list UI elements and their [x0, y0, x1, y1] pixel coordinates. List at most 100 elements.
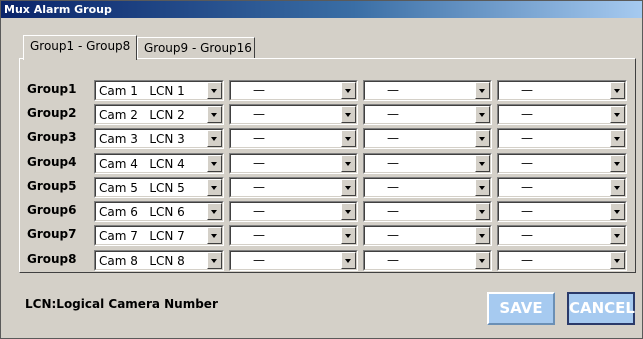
select-frame: Cam 1 LCN 1: [95, 81, 223, 100]
alarm-slot-value: —: [253, 253, 265, 267]
camera-select-value: Cam 2 LCN 2: [99, 108, 185, 122]
chevron-down-icon[interactable]: [610, 82, 625, 99]
select-frame: —: [230, 105, 357, 124]
group-row: Group8 Cam 8 LCN 8 — — —: [1, 250, 642, 272]
chevron-down-icon[interactable]: [475, 106, 490, 123]
chevron-down-icon[interactable]: [610, 252, 625, 269]
chevron-down-icon[interactable]: [341, 227, 356, 244]
camera-select-value: Cam 4 LCN 4: [99, 157, 185, 171]
chevron-down-icon[interactable]: [207, 252, 222, 269]
lcn-note: LCN:Logical Camera Number: [25, 297, 218, 311]
chevron-down-icon[interactable]: [341, 203, 356, 220]
alarm-slot-select[interactable]: —: [229, 80, 358, 101]
alarm-slot-value: —: [253, 156, 265, 170]
chevron-down-icon[interactable]: [207, 82, 222, 99]
group-label: Group2: [27, 106, 77, 120]
chevron-down-icon[interactable]: [207, 106, 222, 123]
chevron-down-icon[interactable]: [610, 179, 625, 196]
select-frame: Cam 5 LCN 5: [95, 178, 223, 197]
chevron-down-icon[interactable]: [341, 82, 356, 99]
camera-select[interactable]: Cam 6 LCN 6: [94, 201, 224, 222]
group-row: Group2 Cam 2 LCN 2 — — —: [1, 104, 642, 126]
alarm-slot-value: —: [521, 107, 533, 121]
chevron-down-icon[interactable]: [207, 155, 222, 172]
alarm-slot-select[interactable]: —: [363, 153, 492, 174]
alarm-slot-select[interactable]: —: [229, 128, 358, 149]
chevron-down-icon[interactable]: [475, 179, 490, 196]
chevron-down-icon[interactable]: [207, 130, 222, 147]
alarm-slot-select[interactable]: —: [229, 104, 358, 125]
alarm-slot-select[interactable]: —: [363, 250, 492, 271]
chevron-down-icon[interactable]: [475, 203, 490, 220]
alarm-slot-value: —: [521, 228, 533, 242]
chevron-down-icon[interactable]: [475, 252, 490, 269]
camera-select[interactable]: Cam 8 LCN 8: [94, 250, 224, 271]
save-button[interactable]: SAVE: [487, 292, 555, 325]
alarm-slot-select[interactable]: —: [497, 201, 627, 222]
alarm-slot-value: —: [387, 156, 399, 170]
alarm-slot-select[interactable]: —: [363, 104, 492, 125]
alarm-slot-select[interactable]: —: [363, 128, 492, 149]
select-frame: Cam 8 LCN 8: [95, 251, 223, 270]
chevron-down-icon[interactable]: [475, 130, 490, 147]
chevron-down-icon[interactable]: [475, 82, 490, 99]
chevron-down-icon[interactable]: [475, 155, 490, 172]
chevron-down-icon[interactable]: [341, 130, 356, 147]
camera-select[interactable]: Cam 3 LCN 3: [94, 128, 224, 149]
chevron-down-icon[interactable]: [341, 179, 356, 196]
chevron-down-icon[interactable]: [207, 203, 222, 220]
chevron-down-icon[interactable]: [610, 155, 625, 172]
select-frame: —: [364, 251, 491, 270]
alarm-slot-value: —: [521, 180, 533, 194]
chevron-down-icon[interactable]: [341, 106, 356, 123]
camera-select[interactable]: Cam 5 LCN 5: [94, 177, 224, 198]
camera-select[interactable]: Cam 7 LCN 7: [94, 225, 224, 246]
mux-alarm-group-dialog: Mux Alarm Group Group1 - Group8 Group9 -…: [0, 0, 643, 339]
select-frame: —: [498, 129, 626, 148]
group-row: Group7 Cam 7 LCN 7 — — —: [1, 225, 642, 247]
select-frame: —: [364, 154, 491, 173]
alarm-slot-select[interactable]: —: [363, 201, 492, 222]
group-row: Group1 Cam 1 LCN 1 — — —: [1, 80, 642, 102]
alarm-slot-select[interactable]: —: [497, 80, 627, 101]
camera-select[interactable]: Cam 2 LCN 2: [94, 104, 224, 125]
camera-select[interactable]: Cam 4 LCN 4: [94, 153, 224, 174]
alarm-slot-select[interactable]: —: [497, 177, 627, 198]
select-frame: —: [498, 251, 626, 270]
tab-group1-group8[interactable]: Group1 - Group8: [23, 35, 137, 60]
alarm-slot-select[interactable]: —: [229, 250, 358, 271]
chevron-down-icon[interactable]: [475, 227, 490, 244]
camera-select-value: Cam 1 LCN 1: [99, 84, 185, 98]
alarm-slot-select[interactable]: —: [229, 153, 358, 174]
select-frame: —: [498, 154, 626, 173]
camera-select[interactable]: Cam 1 LCN 1: [94, 80, 224, 101]
alarm-slot-select[interactable]: —: [497, 128, 627, 149]
chevron-down-icon[interactable]: [610, 227, 625, 244]
alarm-slot-select[interactable]: —: [363, 177, 492, 198]
select-frame: —: [364, 178, 491, 197]
alarm-slot-select[interactable]: —: [229, 201, 358, 222]
alarm-slot-select[interactable]: —: [497, 104, 627, 125]
alarm-slot-value: —: [521, 204, 533, 218]
alarm-slot-select[interactable]: —: [363, 80, 492, 101]
group-row: Group6 Cam 6 LCN 6 — — —: [1, 201, 642, 223]
alarm-slot-select[interactable]: —: [497, 250, 627, 271]
camera-select-value: Cam 6 LCN 6: [99, 205, 185, 219]
chevron-down-icon[interactable]: [610, 130, 625, 147]
alarm-slot-select[interactable]: —: [497, 225, 627, 246]
chevron-down-icon[interactable]: [610, 203, 625, 220]
chevron-down-icon[interactable]: [341, 155, 356, 172]
alarm-slot-select[interactable]: —: [497, 153, 627, 174]
tab-group9-group16[interactable]: Group9 - Group16: [137, 37, 255, 59]
chevron-down-icon[interactable]: [610, 106, 625, 123]
cancel-button[interactable]: CANCEL: [567, 292, 635, 325]
chevron-down-icon[interactable]: [207, 227, 222, 244]
alarm-slot-value: —: [387, 107, 399, 121]
chevron-down-icon[interactable]: [207, 179, 222, 196]
alarm-slot-value: —: [253, 83, 265, 97]
chevron-down-icon[interactable]: [341, 252, 356, 269]
alarm-slot-select[interactable]: —: [229, 177, 358, 198]
alarm-slot-select[interactable]: —: [363, 225, 492, 246]
alarm-slot-select[interactable]: —: [229, 225, 358, 246]
select-frame: —: [230, 129, 357, 148]
